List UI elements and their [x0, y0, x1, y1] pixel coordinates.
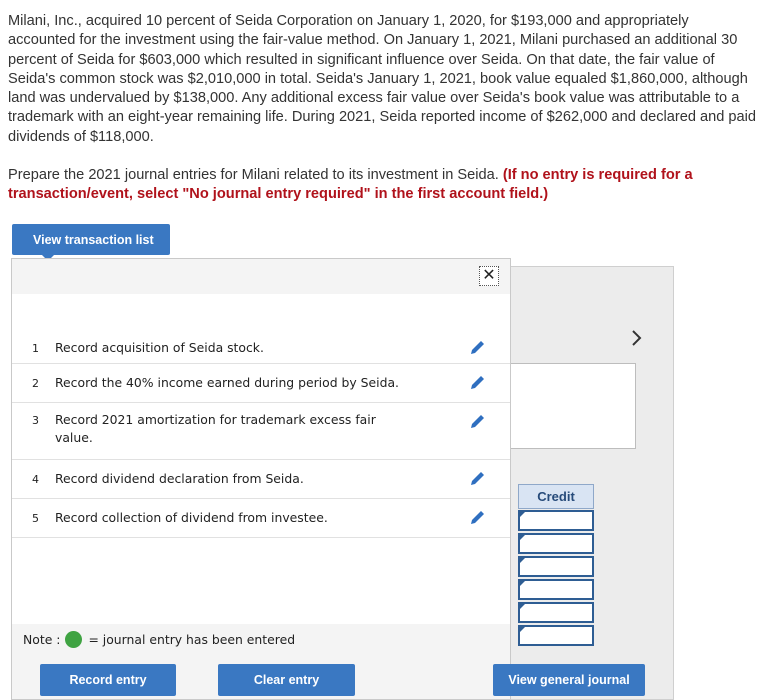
close-icon[interactable]: ✕ [479, 266, 499, 286]
transaction-number: 1 [32, 342, 39, 355]
transaction-number: 2 [32, 377, 39, 390]
transaction-row[interactable]: 2 Record the 40% income earned during pe… [12, 364, 510, 403]
marker-icon [520, 512, 525, 517]
transaction-description: Record dividend declaration from Seida. [55, 471, 304, 486]
legend-note: Note : = journal entry has been entered [23, 631, 295, 648]
transaction-description: Record collection of dividend from inves… [55, 510, 328, 525]
instruction-text: Prepare the 2021 journal entries for Mil… [8, 167, 499, 184]
credit-input[interactable] [518, 510, 594, 531]
marker-icon [520, 604, 525, 609]
transaction-number: 4 [32, 473, 39, 486]
marker-icon [520, 558, 525, 563]
credit-input[interactable] [518, 533, 594, 554]
marker-icon [520, 535, 525, 540]
transaction-row[interactable]: 4 Record dividend declaration from Seida… [12, 460, 510, 499]
credit-input[interactable] [518, 579, 594, 600]
marker-icon [520, 627, 525, 632]
credit-input[interactable] [518, 625, 594, 646]
view-general-journal-button[interactable]: View general journal [493, 664, 645, 696]
record-entry-button[interactable]: Record entry [40, 664, 176, 696]
pencil-icon[interactable] [468, 339, 486, 357]
question-text: Milani, Inc., acquired 10 percent of Sei… [8, 12, 756, 205]
question-paragraph: Milani, Inc., acquired 10 percent of Sei… [8, 13, 756, 145]
pencil-icon[interactable] [468, 374, 486, 392]
transaction-list: 1 Record acquisition of Seida stock. 2 R… [12, 294, 510, 624]
question-instructions: Prepare the 2021 journal entries for Mil… [8, 166, 756, 205]
transaction-number: 5 [32, 512, 39, 525]
transaction-description: Record the 40% income earned during peri… [55, 375, 399, 390]
credit-input[interactable] [518, 602, 594, 623]
note-prefix: Note : [23, 632, 61, 647]
transaction-row[interactable]: 3 Record 2021 amortization for trademark… [12, 403, 510, 460]
transaction-description: Record 2021 amortization for trademark e… [55, 412, 376, 445]
journal-description-box [508, 363, 636, 449]
transaction-list-popup: ✕ 1 Record acquisition of Seida stock. 2… [11, 258, 511, 700]
view-transaction-list-label: View transaction list [33, 232, 154, 247]
transaction-description: Record acquisition of Seida stock. [55, 340, 264, 355]
pencil-icon[interactable] [468, 509, 486, 527]
clear-entry-button[interactable]: Clear entry [218, 664, 355, 696]
transaction-number: 3 [32, 414, 39, 427]
chevron-right-icon[interactable] [629, 328, 645, 348]
credit-column-header: Credit [518, 484, 594, 509]
green-dot-icon [65, 631, 83, 648]
pencil-icon[interactable] [468, 413, 486, 431]
view-transaction-list-button[interactable]: View transaction list [12, 224, 170, 261]
note-text: = journal entry has been entered [88, 632, 296, 647]
credit-input[interactable] [518, 556, 594, 577]
marker-icon [520, 581, 525, 586]
transaction-row[interactable]: 1 Record acquisition of Seida stock. [12, 334, 510, 364]
pencil-icon[interactable] [468, 470, 486, 488]
transaction-row[interactable]: 5 Record collection of dividend from inv… [12, 499, 510, 538]
